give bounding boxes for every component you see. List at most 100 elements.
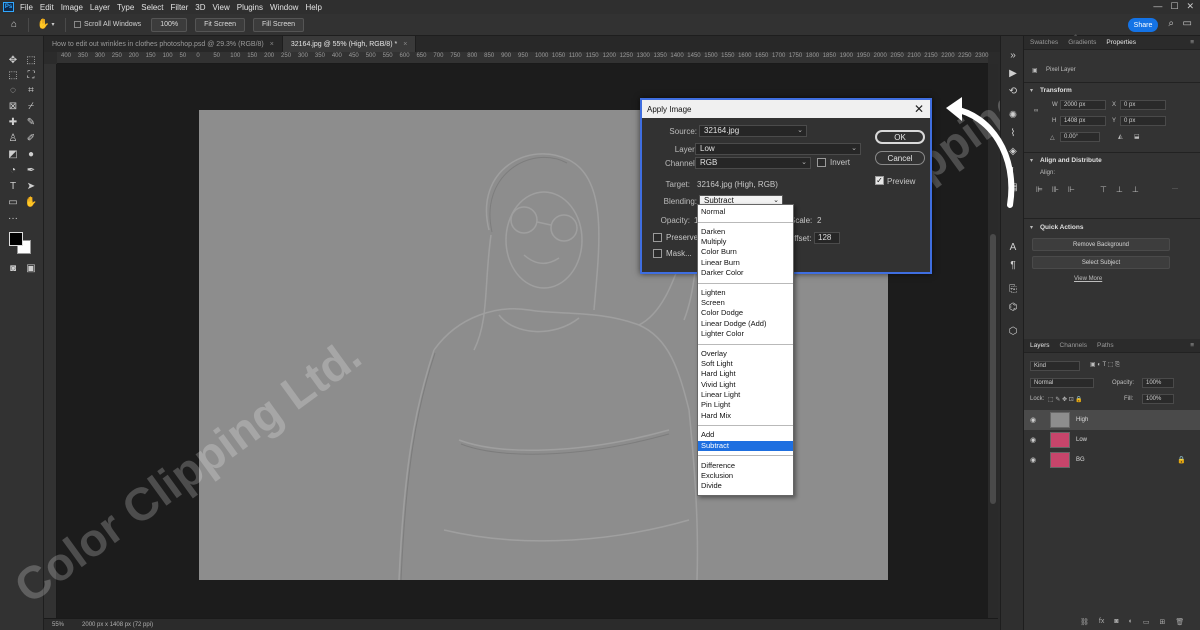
eye-icon[interactable]: ◉ [1030,456,1044,464]
scrollbar-thumb[interactable] [990,234,996,504]
menu-layer[interactable]: Layer [90,3,110,12]
fit-screen-button[interactable]: Fit Screen [195,17,245,32]
source-select[interactable]: 32164.jpg ⌄ [699,125,807,137]
blend-mode-option[interactable]: Darken [698,227,793,237]
pen-tool-icon[interactable]: ✒ [24,164,38,178]
menu-plugins[interactable]: Plugins [237,3,263,12]
align-right-icon[interactable]: ⊩ [1068,186,1076,194]
align-middle-icon[interactable]: ⊥ [1116,186,1124,194]
fx-icon[interactable]: fx [1099,618,1104,626]
menu-view[interactable]: View [213,3,230,12]
blend-mode-option[interactable]: Difference [698,461,793,471]
cancel-button[interactable]: Cancel [875,151,925,165]
flip-horizontal-icon[interactable]: ◭ [1118,133,1123,140]
3d-icon[interactable]: ⬡ [1007,326,1019,338]
blend-mode-option[interactable]: Color Dodge [698,308,793,318]
menu-file[interactable]: File [20,3,33,12]
menu-help[interactable]: Help [305,3,321,12]
menu-select[interactable]: Select [141,3,163,12]
status-zoom[interactable]: 55% [52,622,64,628]
search-icon[interactable]: ⌕ [1168,18,1174,29]
type-tool-icon[interactable]: T [6,180,20,194]
play-icon[interactable]: ▶ [1007,68,1019,80]
height-field[interactable]: 1408 px [1060,116,1106,126]
invert-checkbox[interactable] [817,158,826,167]
tab-swatches[interactable]: Swatches [1030,39,1058,46]
marquee-tool-icon[interactable]: ⬚ [6,69,20,83]
group-icon[interactable]: ▭ [1143,618,1150,626]
crop-tool-icon[interactable]: ⌗ [24,84,38,98]
flip-vertical-icon[interactable]: ⬓ [1134,133,1140,140]
artboard-tool-icon[interactable]: ⬚ [24,54,38,68]
layer-kind-filter[interactable]: Kind [1030,361,1080,371]
close-tab-icon[interactable]: × [403,41,407,48]
scroll-all-checkbox[interactable] [74,21,81,28]
eye-icon[interactable]: ◉ [1030,416,1044,424]
fill-field[interactable]: 100% [1142,394,1174,404]
dodge-tool-icon[interactable]: ◔ [6,164,20,178]
collapse-panels-icon[interactable]: » [1007,50,1019,62]
tab-document-2[interactable]: 32164.jpg @ 55% (High, RGB/8) * × [282,36,417,52]
tab-document-1[interactable]: How to edit out wrinkles in clothes phot… [44,36,283,52]
mask-checkbox[interactable] [653,249,662,258]
align-center-h-icon[interactable]: ⊪ [1052,186,1060,194]
layer-row-low[interactable]: ◉ Low [1024,430,1200,450]
paths-icon[interactable]: ⌬ [1007,302,1019,314]
menu-3d[interactable]: 3D [195,3,205,12]
channel-select[interactable]: RGB ⌄ [695,157,811,169]
minimize-icon[interactable]: — [1153,1,1162,12]
align-left-icon[interactable]: ⊫ [1036,186,1044,194]
blur-tool-icon[interactable]: ● [24,148,38,162]
blend-mode-option[interactable]: Pin Light [698,400,793,410]
frame-tool-icon[interactable]: ⊠ [6,100,20,114]
rectangle-tool-icon[interactable]: ▭ [6,196,20,210]
blend-mode-option[interactable]: Linear Burn [698,258,793,268]
blend-mode-option[interactable]: Linear Light [698,390,793,400]
screen-mode-icon[interactable]: ▣ [24,262,38,276]
layer-select[interactable]: Low ⌄ [695,143,861,155]
layer-row-bg[interactable]: ◉ BG 🔒 [1024,450,1200,470]
share-button[interactable]: Share [1128,18,1158,32]
select-subject-button[interactable]: Select Subject [1032,256,1170,269]
blend-mode-option[interactable]: Hard Mix [698,411,793,421]
menu-edit[interactable]: Edit [40,3,54,12]
menu-window[interactable]: Window [270,3,298,12]
chevron-down-icon[interactable]: ▾ [1030,224,1033,231]
hand-tool-active-icon[interactable]: ✋ [24,196,38,210]
blend-mode-option[interactable]: Vivid Light [698,380,793,390]
blend-mode-option[interactable]: Add [698,430,793,440]
more-tools-icon[interactable]: ··· [6,212,20,226]
quick-mask-icon[interactable]: ◙ [6,262,20,276]
angle-field[interactable]: 0.00° [1060,132,1100,142]
adjustment-icon[interactable]: ◐ [1129,618,1133,626]
history-brush-icon[interactable]: ✐ [24,132,38,146]
blend-mode-option[interactable]: Linear Dodge (Add) [698,319,793,329]
remove-background-button[interactable]: Remove Background [1032,238,1170,251]
trash-icon[interactable]: 🗑 [1175,618,1184,626]
blend-mode-option[interactable]: Exclusion [698,471,793,481]
blend-mode-option[interactable]: Screen [698,298,793,308]
blend-mode-option[interactable]: Lighten [698,288,793,298]
healing-tool-icon[interactable]: ✚ [6,116,20,130]
brush-tool-icon[interactable]: ✎ [24,116,38,130]
blend-mode-option[interactable]: Lighter Color [698,329,793,339]
preview-checkbox[interactable]: ✓ [875,176,884,185]
y-field[interactable]: 0 px [1120,116,1166,126]
tab-gradients[interactable]: Gradients [1068,39,1096,46]
hand-tool-icon[interactable]: ✋ [37,19,49,31]
blend-mode-option[interactable]: Soft Light [698,359,793,369]
blend-mode-option[interactable]: Overlay [698,349,793,359]
align-bottom-icon[interactable]: ⊥ [1132,186,1140,194]
width-field[interactable]: 2000 px [1060,100,1106,110]
x-field[interactable]: 0 px [1120,100,1166,110]
new-layer-icon[interactable]: ⊞ [1159,618,1165,626]
paragraph-icon[interactable]: ¶ [1007,260,1019,272]
chevron-down-icon[interactable]: ▾ [1030,87,1033,94]
align-top-icon[interactable]: ⊤ [1100,186,1108,194]
eye-icon[interactable]: ◉ [1030,436,1044,444]
scale-value[interactable]: 2 [817,216,821,225]
blend-mode-option[interactable]: Subtract [698,440,793,451]
close-window-icon[interactable]: ✕ [1186,1,1194,12]
menu-filter[interactable]: Filter [171,3,189,12]
blend-mode-option[interactable]: Divide [698,481,793,491]
